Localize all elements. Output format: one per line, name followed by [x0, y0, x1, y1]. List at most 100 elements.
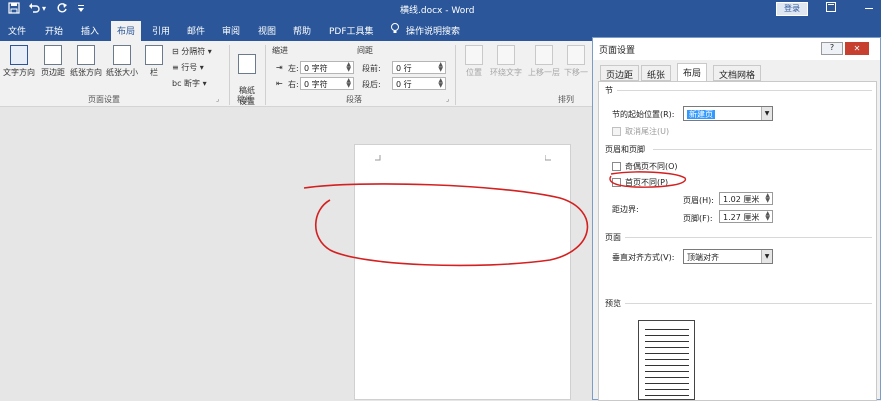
tab-references[interactable]: 引用: [152, 24, 170, 37]
login-button[interactable]: 登录: [776, 2, 808, 16]
indent-left-icon: ⇥: [276, 63, 283, 72]
minimize-icon[interactable]: [862, 2, 876, 16]
hyphenation-label: 断字: [184, 79, 201, 88]
header-distance-value: 1.02 厘米: [723, 195, 760, 204]
redo-icon[interactable]: [56, 2, 68, 17]
preview-line: [645, 329, 689, 330]
group-separator: [455, 45, 456, 105]
divider: [625, 303, 872, 304]
wrap-text-label: 环绕文字: [490, 68, 522, 77]
save-icon[interactable]: [8, 2, 20, 17]
undo-icon[interactable]: [28, 2, 40, 17]
indent-right-label: 右:: [288, 80, 299, 89]
tab-file[interactable]: 文件: [8, 24, 26, 37]
dialog-title-bar: 页面设置 ? ✕: [593, 38, 880, 60]
spacing-after-value: 0 行: [396, 80, 412, 89]
bring-forward-icon: [535, 45, 553, 65]
lightbulb-icon: [390, 22, 400, 38]
dialog-tab-paper[interactable]: 纸张: [641, 65, 672, 81]
help-button[interactable]: ?: [821, 42, 843, 55]
preview-line: [645, 371, 689, 372]
line-numbers-label: 行号: [181, 63, 198, 72]
group-separator: [229, 45, 230, 105]
close-button[interactable]: ✕: [845, 42, 869, 55]
wrap-text-icon: [497, 45, 515, 65]
spacing-before-input[interactable]: 0 行 ▲ ▼: [392, 61, 446, 74]
page-setup-group-label: 页面设置: [88, 95, 120, 104]
window-title: 横线.docx - Word: [400, 6, 475, 16]
chevron-down-icon: ▼: [761, 107, 772, 120]
page-setup-dialog: 页面设置 ? ✕ 页边距 纸张 布局 文档网格 节 节的起始位置(R): 新建页…: [592, 37, 881, 401]
margins-button[interactable]: 页边距: [38, 45, 68, 78]
indent-right-icon: ⇤: [276, 79, 283, 88]
dialog-title: 页面设置: [599, 46, 636, 56]
page-setup-launcher-icon[interactable]: ⌟: [216, 95, 219, 103]
preview-line: [645, 341, 689, 342]
tab-mailings[interactable]: 邮件: [187, 24, 205, 37]
header-distance-input[interactable]: 1.02 厘米 ▲ ▼: [719, 192, 773, 205]
send-backward-icon: [567, 45, 585, 65]
spacing-header: 间距: [357, 46, 373, 55]
columns-icon: [145, 45, 163, 65]
section-start-select[interactable]: 新建页 ▼: [683, 106, 773, 121]
wrap-text-button[interactable]: 环绕文字: [488, 45, 524, 78]
preview-line: [645, 389, 689, 390]
group-separator: [265, 45, 266, 105]
dialog-tab-layout[interactable]: 布局: [677, 63, 708, 82]
dialog-tab-doc-grid[interactable]: 文档网格: [713, 65, 762, 81]
breaks-button[interactable]: ⊟ 分隔符 ▾: [172, 46, 212, 57]
indent-left-value: 0 字符: [304, 64, 328, 73]
paper-size-label: 纸张大小: [106, 68, 138, 77]
indent-right-input[interactable]: 0 字符 ▲ ▼: [300, 77, 354, 90]
position-button[interactable]: 位置: [462, 45, 486, 78]
tab-insert[interactable]: 插入: [81, 24, 99, 37]
preview-line: [645, 359, 689, 360]
from-edge-label: 距边界:: [612, 205, 639, 214]
indent-left-input[interactable]: 0 字符 ▲ ▼: [300, 61, 354, 74]
customize-icon[interactable]: [76, 2, 86, 17]
tab-home[interactable]: 开始: [45, 24, 63, 37]
hyphenation-button[interactable]: bc 断字 ▾: [172, 78, 207, 89]
tab-help[interactable]: 帮助: [293, 24, 311, 37]
indent-right-value: 0 字符: [304, 80, 328, 89]
paper-size-button[interactable]: 纸张大小: [104, 45, 140, 78]
columns-label: 栏: [150, 68, 158, 77]
footer-distance-input[interactable]: 1.27 厘米 ▲ ▼: [719, 210, 773, 223]
divider: [617, 90, 872, 91]
vertical-align-label: 垂直对齐方式(V):: [612, 253, 675, 262]
divider: [653, 149, 872, 150]
header-distance-label: 页眉(H):: [683, 196, 714, 205]
ribbon-display-icon[interactable]: [824, 2, 838, 16]
orientation-icon: [77, 45, 95, 65]
section-header: 节: [605, 86, 613, 95]
draft-paper-icon: [238, 54, 256, 74]
page-corner-mark: [375, 155, 381, 161]
paragraph-group-label: 段落: [346, 95, 362, 104]
undo-dropdown[interactable]: ▾: [42, 4, 46, 13]
spacing-after-input[interactable]: 0 行 ▲ ▼: [392, 77, 446, 90]
preview-line: [645, 353, 689, 354]
tab-view[interactable]: 视图: [258, 24, 276, 37]
preview-page: [638, 320, 695, 400]
paper-size-icon: [113, 45, 131, 65]
red-annotation-circle: [303, 183, 589, 267]
tell-me-search[interactable]: 操作说明搜索: [406, 24, 460, 37]
preview-line: [645, 365, 689, 366]
tab-review[interactable]: 审阅: [222, 24, 240, 37]
dialog-tab-margins[interactable]: 页边距: [600, 65, 640, 81]
title-bar: ▾ 横线.docx - Word 登录: [0, 0, 881, 19]
tab-pdf-tools[interactable]: PDF工具集: [329, 24, 374, 37]
vertical-align-select[interactable]: 顶端对齐 ▼: [683, 249, 773, 264]
suppress-endnotes-checkbox[interactable]: [612, 127, 621, 136]
tab-layout[interactable]: 布局: [111, 21, 142, 41]
line-numbers-button[interactable]: ≡ 行号 ▾: [172, 62, 204, 73]
orientation-button[interactable]: 纸张方向: [68, 45, 104, 78]
text-direction-button[interactable]: 文字方向: [2, 45, 36, 78]
arrange-group-label: 排列: [558, 95, 574, 104]
columns-button[interactable]: 栏: [144, 45, 164, 78]
bring-forward-button[interactable]: 上移一层: [526, 45, 562, 78]
send-backward-button[interactable]: 下移一: [562, 45, 590, 78]
red-annotation-circle: [609, 171, 686, 188]
preview-line: [645, 377, 689, 378]
paragraph-launcher-icon[interactable]: ⌟: [446, 95, 449, 103]
